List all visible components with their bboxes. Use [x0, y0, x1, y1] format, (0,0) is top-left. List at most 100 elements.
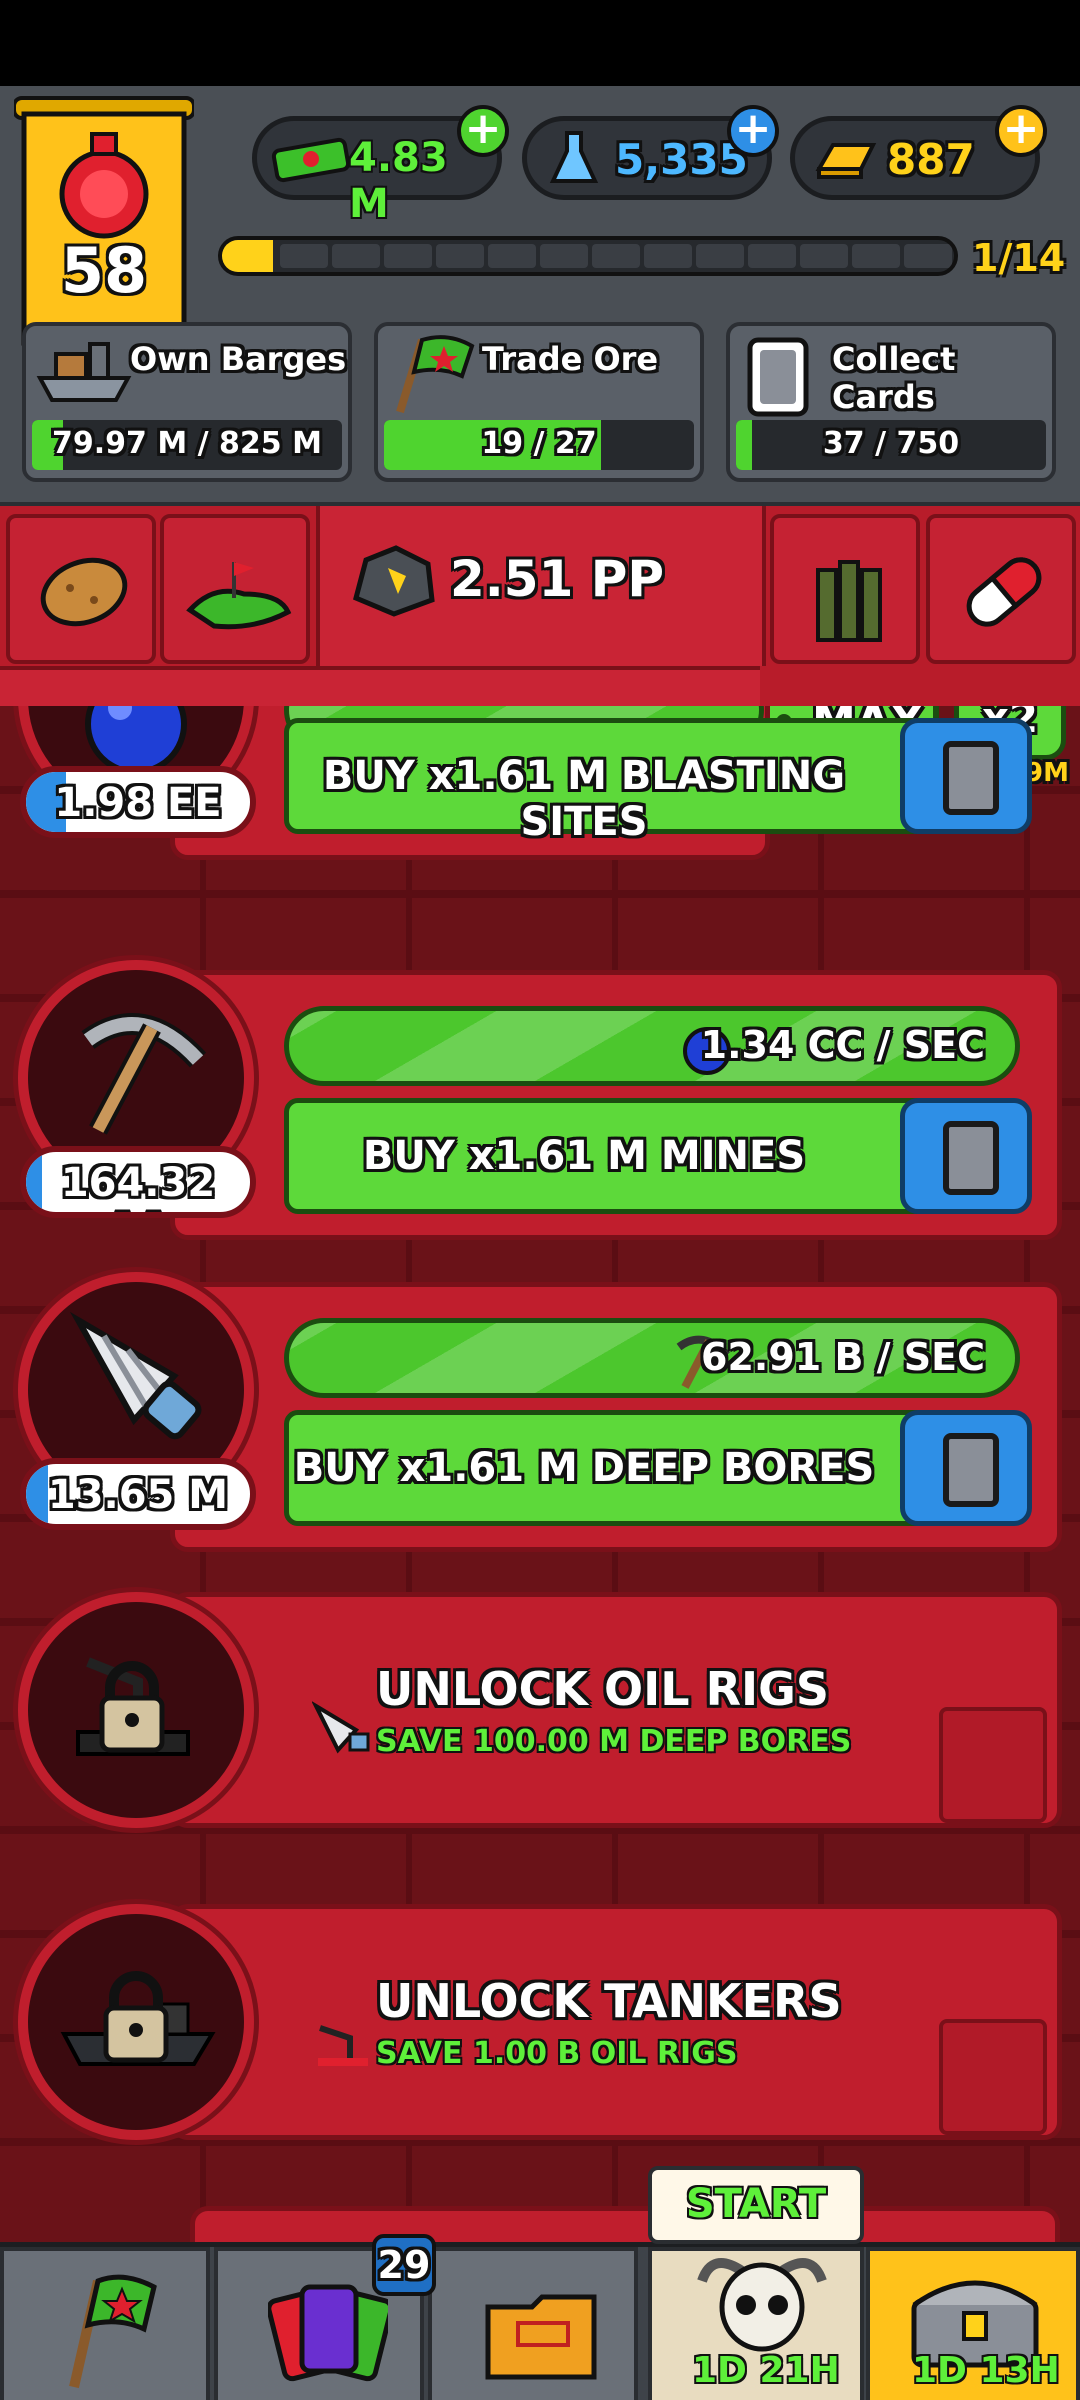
level-progress-segment	[696, 244, 744, 268]
level-progress-segment	[644, 244, 692, 268]
stock-value: 164.32 AA	[60, 1160, 216, 1212]
buy-deep-bores-button[interactable]: BUY x1.61 M DEEP BORES	[284, 1410, 944, 1526]
stock-value: 13.65 M	[47, 1472, 229, 1518]
industry-row-mines: 164.32 AA 1.34 CC / SEC BUY x1.61 M MINE…	[0, 960, 1080, 1260]
tab-ore[interactable]: 2.51 PP	[316, 506, 766, 666]
add-research-button[interactable]: +	[727, 105, 779, 157]
event-start-button[interactable]: START	[648, 2166, 864, 2244]
tab-medicine[interactable]	[926, 514, 1076, 664]
tanker-lock-icon	[60, 1971, 216, 2066]
unlock-title: UNLOCK TANKERS	[376, 1974, 842, 2028]
top-hud: 58 4.83 M + 5,335 + 887 + 1/14 Own Barge…	[0, 86, 1080, 506]
status-bar	[0, 0, 1080, 86]
level-progress-segment	[800, 244, 848, 268]
nav-trade[interactable]	[0, 2247, 210, 2400]
unlock-requirement: SAVE 1.00 B OIL RIGS	[376, 2036, 738, 2071]
resource-tabs: 2.51 PP	[0, 506, 1080, 706]
quest-progress-bar: 79.97 M / 825 M	[32, 420, 342, 470]
event-timer: 1D 21H	[692, 2350, 840, 2391]
production-rate: 62.91 B / SEC	[701, 1335, 985, 1379]
research-value: 5,335	[615, 135, 748, 184]
stock-counter: 13.65 M	[20, 1458, 256, 1530]
nav-contracts[interactable]	[428, 2247, 638, 2400]
buy-label: BUY x1.61 M DEEP BORES	[293, 1445, 875, 1491]
gold-counter[interactable]: 887 +	[790, 105, 1047, 200]
quest-own-barges[interactable]: Own Barges 79.97 M / 825 M	[22, 322, 352, 482]
level-progress-segment	[592, 244, 640, 268]
pickaxe-icon	[81, 1013, 207, 1135]
industry-list[interactable]: MAX x2 10H 9M 1.98 EE BUY x1.61 M BLASTI…	[0, 706, 1080, 2242]
drill-icon	[70, 1311, 202, 1440]
industry-card-button[interactable]	[900, 718, 1032, 834]
production-bar: 62.91 B / SEC	[284, 1318, 1020, 1398]
flask-icon	[549, 131, 599, 183]
cash-icon	[271, 137, 351, 183]
level-progress-bar	[218, 236, 958, 276]
flag-icon	[69, 2274, 157, 2389]
research-counter[interactable]: 5,335 +	[522, 105, 779, 200]
level-progress-segment	[436, 244, 484, 268]
player-level: 58	[60, 234, 148, 307]
quest-trade-ore[interactable]: Trade Ore 19 / 27	[374, 322, 704, 482]
drill-icon	[312, 1701, 370, 1754]
industry-row-blasting-sites: 1.98 EE BUY x1.61 M BLASTING SITES	[0, 706, 1080, 880]
ammo-icon	[816, 560, 882, 642]
level-progress-segment	[384, 244, 432, 268]
cards-badge: 29	[372, 2234, 436, 2296]
quest-collect-cards[interactable]: Collect Cards 37 / 750	[726, 322, 1056, 482]
gold-bar-icon	[815, 143, 877, 179]
quest-progress-bar: 19 / 27	[384, 420, 694, 470]
locked-row-tankers[interactable]: UNLOCK TANKERS SAVE 1.00 B OIL RIGS	[0, 1904, 1080, 2204]
level-progress-label: 1/14	[972, 236, 1066, 280]
locked-row-oil-rigs[interactable]: UNLOCK OIL RIGS SAVE 100.00 M DEEP BORES	[0, 1592, 1080, 1892]
cards-icon	[268, 2284, 388, 2382]
tab-ammo[interactable]	[770, 514, 920, 664]
oil-rig-icon	[318, 2025, 368, 2066]
level-progress-segment	[540, 244, 588, 268]
stock-counter: 1.98 EE	[20, 766, 256, 838]
locked-icon-frame	[18, 1592, 254, 1828]
card-icon	[747, 337, 809, 417]
industry-card-button[interactable]	[900, 1098, 1032, 1214]
chest-timer: 1D 13H	[912, 2350, 1060, 2391]
quest-title: Trade Ore	[482, 340, 659, 378]
buy-label: BUY x1.61 M BLASTING SITES	[322, 753, 846, 845]
buy-label: BUY x1.61 M MINES	[362, 1133, 806, 1179]
quest-progress-bar: 37 / 750	[736, 420, 1046, 470]
potato-icon	[40, 557, 128, 627]
level-progress-segment	[904, 244, 952, 268]
unlock-requirement: SAVE 100.00 M DEEP BORES	[376, 1724, 852, 1759]
buy-mines-button[interactable]: BUY x1.61 M MINES	[284, 1098, 944, 1214]
level-progress-segment	[748, 244, 796, 268]
level-progress-fill	[222, 240, 274, 272]
stock-value: 1.98 EE	[54, 780, 222, 826]
industry-panel-partial	[190, 2206, 1060, 2242]
land-plot-icon	[186, 562, 292, 630]
production-bar: 1.34 CC / SEC	[284, 1006, 1020, 1086]
tab-shelf	[0, 666, 760, 706]
tab-potato[interactable]	[6, 514, 156, 664]
folder-icon	[485, 2294, 597, 2380]
industry-row-deep-bores: 13.65 M 62.91 B / SEC BUY x1.61 M DEEP B…	[0, 1272, 1080, 1572]
ore-rock-icon	[353, 545, 435, 617]
buy-blasting-sites-button[interactable]: BUY x1.61 M BLASTING SITES	[284, 718, 944, 845]
unlock-title: UNLOCK OIL RIGS	[376, 1662, 830, 1716]
level-progress-segment	[852, 244, 900, 268]
level-progress-segment	[488, 244, 536, 268]
add-gold-button[interactable]: +	[995, 105, 1047, 157]
ore-amount: 2.51 PP	[450, 550, 665, 608]
quest-title: Collect Cards	[832, 340, 956, 416]
panel-notch	[939, 1707, 1047, 1823]
industry-card-button[interactable]	[900, 1410, 1032, 1526]
level-progress-segment	[280, 244, 328, 268]
flag-icon	[396, 335, 475, 414]
production-rate: 1.34 CC / SEC	[700, 1023, 985, 1067]
locked-icon-frame	[18, 1904, 254, 2140]
gold-value: 887	[887, 135, 975, 184]
barge-icon	[36, 342, 132, 402]
add-cash-button[interactable]: +	[457, 105, 509, 157]
cash-counter[interactable]: 4.83 M +	[252, 105, 509, 227]
oil-rig-lock-icon	[76, 1657, 190, 1756]
tab-land[interactable]	[160, 514, 310, 664]
panel-notch	[939, 2019, 1047, 2135]
